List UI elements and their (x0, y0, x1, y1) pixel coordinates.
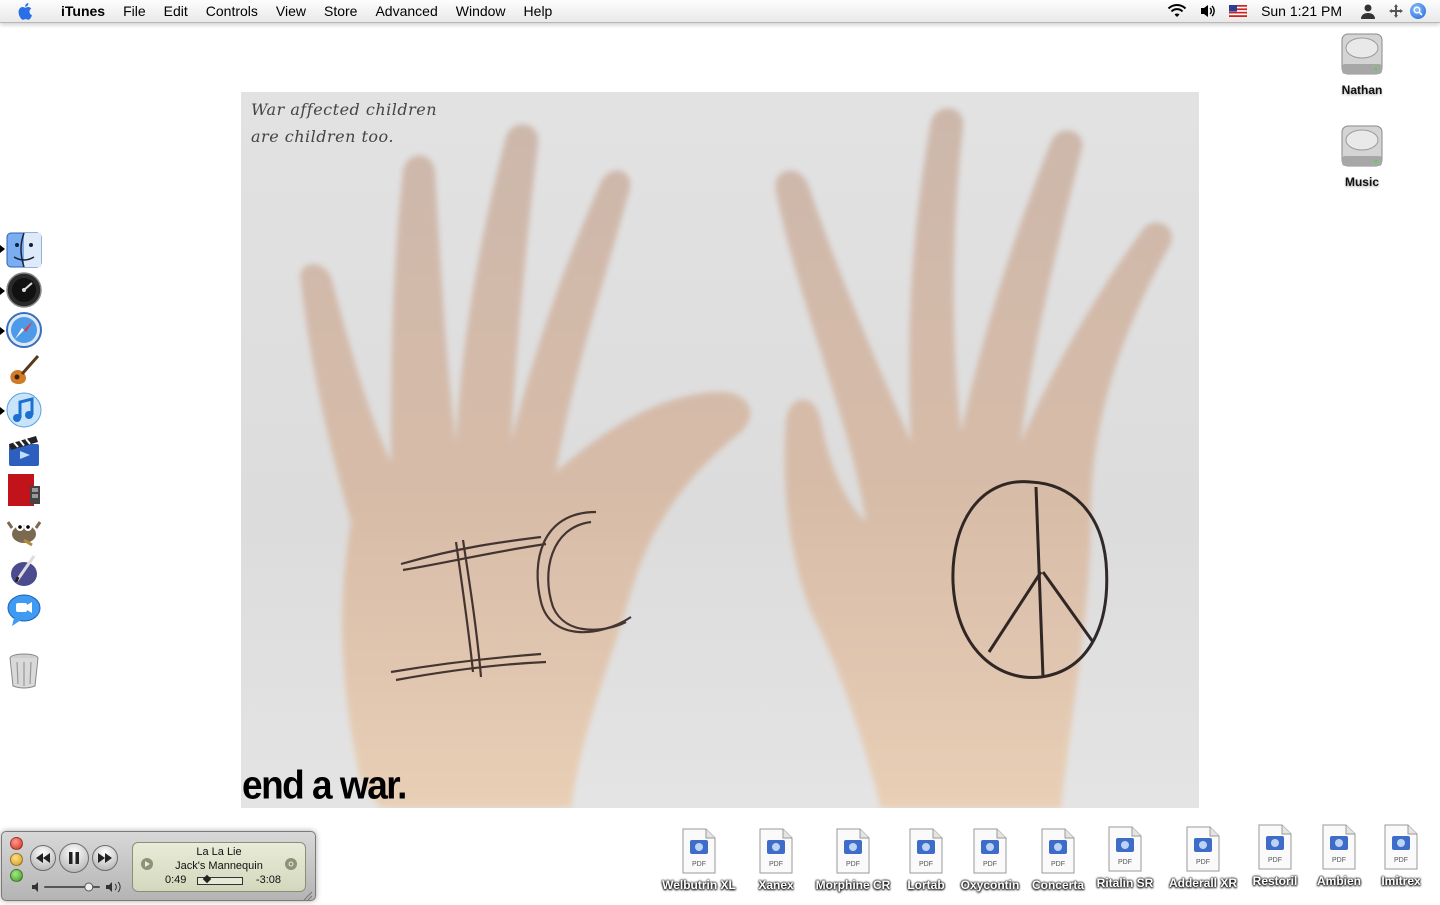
file-label: Ritalin SR (1096, 876, 1154, 890)
rewind-icon (36, 853, 50, 863)
hard-drive-icon (1322, 122, 1402, 175)
pdf-file-icon: PDF (759, 828, 793, 874)
pdf-file-icon: PDF (973, 828, 1007, 874)
cycle-icon (288, 861, 294, 867)
hard-drive-icon (1322, 30, 1402, 83)
wifi-icon[interactable] (1167, 0, 1187, 22)
pdf-file-icon: PDF (1322, 824, 1356, 870)
imovie-icon[interactable] (6, 432, 44, 470)
play-pause-button[interactable] (59, 843, 89, 873)
pdf-file-icon: PDF (836, 828, 870, 874)
menu-edit[interactable]: Edit (155, 0, 197, 22)
desktop-wallpaper: War affected children are children too. … (241, 92, 1199, 808)
garageband-icon[interactable] (6, 352, 44, 390)
pdf-badge: PDF (1196, 859, 1210, 866)
pdf-badge: PDF (769, 861, 783, 868)
poster-slogan: end a war. (242, 762, 407, 807)
spaces-icon[interactable] (1388, 0, 1404, 22)
pdf-badge: PDF (1394, 857, 1408, 864)
previous-track-button[interactable] (30, 845, 56, 871)
hands-illustration (300, 108, 1172, 808)
pdf-file-icon: PDF (909, 828, 943, 874)
snapback-button[interactable] (141, 858, 153, 870)
menu-file[interactable]: File (114, 0, 155, 22)
song-title: La La Lie (196, 846, 242, 858)
apple-icon[interactable] (14, 0, 38, 22)
volume-slider[interactable] (32, 880, 122, 893)
running-indicator (0, 287, 5, 295)
pen-tool-icon[interactable] (6, 552, 44, 590)
user-icon[interactable] (1360, 0, 1376, 22)
fast-forward-icon (98, 853, 112, 863)
menu-clock[interactable]: Sun 1:21 PM (1261, 3, 1342, 19)
safari-icon[interactable] (6, 312, 44, 350)
pdf-badge: PDF (1332, 857, 1346, 864)
ichat-icon[interactable] (6, 592, 44, 630)
us-flag-icon[interactable] (1229, 0, 1248, 22)
desktop-drive-nathan[interactable]: Nathan (1322, 30, 1402, 97)
gimp-icon[interactable] (6, 512, 44, 550)
pause-icon (69, 852, 79, 864)
menu-window[interactable]: Window (447, 0, 515, 22)
menu-store[interactable]: Store (315, 0, 366, 22)
pdf-file-icon: PDF (1108, 826, 1142, 872)
pdf-badge: PDF (1118, 859, 1132, 866)
menu-controls[interactable]: Controls (197, 0, 267, 22)
running-indicator (0, 327, 5, 335)
pdf-badge: PDF (692, 861, 706, 868)
dvd-player-icon[interactable] (6, 472, 44, 510)
resize-grip[interactable] (302, 887, 313, 901)
menu-bar: iTunes File Edit Controls View Store Adv… (0, 0, 1440, 23)
desktop-drive-music[interactable]: Music (1322, 122, 1402, 189)
window-minimize-button[interactable] (10, 853, 23, 866)
menu-advanced[interactable]: Advanced (366, 0, 446, 22)
playhead-diamond[interactable] (202, 874, 212, 884)
volume-icon[interactable] (1199, 0, 1217, 22)
desktop-file-ritalin-sr[interactable]: PDF Ritalin SR (1080, 826, 1170, 890)
remaining-time[interactable]: -3:08 (256, 874, 281, 887)
running-indicator (0, 407, 5, 415)
pdf-badge: PDF (1051, 861, 1065, 868)
pdf-file-icon: PDF (1041, 828, 1075, 874)
dashboard-icon[interactable] (6, 272, 44, 310)
volume-high-icon (114, 881, 121, 893)
poster-caption-line2: are children too. (251, 127, 394, 146)
itunes-icon[interactable] (6, 392, 44, 430)
pdf-file-icon: PDF (1258, 824, 1292, 870)
menu-help[interactable]: Help (515, 0, 562, 22)
elapsed-time: 0:49 (165, 874, 187, 886)
file-label: Imitrex (1381, 874, 1421, 888)
poster-caption-line1: War affected children (251, 100, 438, 119)
pdf-badge: PDF (919, 861, 933, 868)
drive-label: Music (1344, 175, 1379, 189)
play-small-icon (145, 861, 150, 867)
drive-label: Nathan (1341, 83, 1383, 97)
pdf-badge: PDF (1268, 857, 1282, 864)
next-track-button[interactable] (92, 845, 118, 871)
volume-low-icon (32, 882, 38, 892)
playback-progress-bar[interactable] (197, 874, 243, 885)
volume-knob[interactable] (84, 882, 94, 892)
window-close-button[interactable] (10, 837, 23, 850)
desktop-file-imitrex[interactable]: PDF Imitrex (1356, 824, 1440, 888)
poster-caption: War affected children are children too. (251, 96, 437, 150)
pdf-badge: PDF (846, 861, 860, 868)
itunes-mini-player[interactable]: La La Lie Jack's Mannequin 0:49 -3:08 (1, 831, 316, 901)
spotlight-icon[interactable] (1410, 3, 1426, 19)
window-zoom-button[interactable] (10, 869, 23, 882)
pdf-badge: PDF (983, 861, 997, 868)
display-toggle-button[interactable] (285, 858, 297, 870)
pdf-file-icon: PDF (1186, 826, 1220, 872)
menu-view[interactable]: View (267, 0, 315, 22)
artist-name: Jack's Mannequin (175, 860, 263, 872)
finder-icon[interactable] (6, 232, 44, 270)
running-indicator (0, 245, 5, 253)
now-playing-display[interactable]: La La Lie Jack's Mannequin 0:49 -3:08 (132, 842, 306, 892)
menu-extras: Sun 1:21 PM (1161, 0, 1440, 22)
pdf-file-icon: PDF (682, 828, 716, 874)
trash-icon[interactable] (6, 652, 44, 690)
pdf-file-icon: PDF (1384, 824, 1418, 870)
menu-app-itunes[interactable]: iTunes (52, 0, 114, 22)
